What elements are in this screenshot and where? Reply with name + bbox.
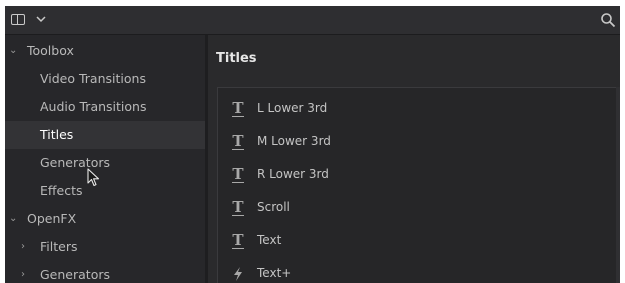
tree-item-openfx[interactable]: ⌄ OpenFX (5, 205, 205, 233)
content-title: Titles (216, 51, 257, 66)
tree-item-generators[interactable]: Generators (5, 149, 205, 177)
chevron-right-icon[interactable]: › (21, 261, 25, 283)
list-scrollbar[interactable] (616, 87, 620, 283)
tree-item-audio-transitions[interactable]: Audio Transitions (5, 93, 205, 121)
tree-item-video-transitions[interactable]: Video Transitions (5, 65, 205, 93)
list-item-label: R Lower 3rd (257, 167, 329, 181)
text-title-icon: T (232, 198, 244, 216)
search-icon[interactable] (600, 12, 616, 28)
list-item-label: Scroll (257, 200, 290, 214)
tree-item-label: Video Transitions (40, 71, 146, 86)
chevron-right-icon[interactable]: › (21, 233, 25, 261)
tree-item-label: OpenFX (27, 211, 77, 226)
fusion-lightning-icon (234, 267, 242, 281)
list-item[interactable]: T L Lower 3rd (218, 92, 620, 125)
chevron-down-icon[interactable]: ⌄ (9, 37, 17, 65)
titles-list: T L Lower 3rd T M Lower 3rd T R Lower 3r… (217, 87, 620, 283)
tree-item-label: Titles (40, 127, 74, 142)
mouse-pointer-icon (87, 168, 100, 187)
library-tree-sidebar: ⌄ Toolbox Video Transitions Audio Transi… (5, 35, 205, 283)
text-title-icon: T (232, 99, 244, 117)
sidebar-panel-icon[interactable] (11, 14, 25, 25)
tree-item-effects[interactable]: Effects (5, 177, 205, 205)
list-item-label: M Lower 3rd (257, 134, 331, 148)
tree-item-label: Audio Transitions (40, 99, 147, 114)
tree-item-label: Effects (40, 183, 83, 198)
list-item[interactable]: T R Lower 3rd (218, 158, 620, 191)
titles-content-panel: Titles T L Lower 3rd T M Lower 3rd T R L… (208, 35, 620, 283)
list-item-label: L Lower 3rd (257, 101, 328, 115)
tree-item-openfx-generators[interactable]: › Generators (5, 261, 205, 283)
list-item-label: Text (257, 233, 282, 247)
text-title-icon: T (232, 132, 244, 150)
tree-item-label: Generators (40, 267, 110, 282)
tree-item-toolbox[interactable]: ⌄ Toolbox (5, 37, 205, 65)
list-item[interactable]: T M Lower 3rd (218, 125, 620, 158)
tree-item-label: Filters (40, 239, 78, 254)
list-item-label: Text+ (257, 266, 292, 280)
text-title-icon: T (232, 165, 244, 183)
text-title-icon: T (232, 231, 244, 249)
tree-item-filters[interactable]: › Filters (5, 233, 205, 261)
tree-item-titles[interactable]: Titles (5, 121, 205, 149)
list-item[interactable]: Text+ (218, 257, 620, 283)
chevron-down-icon[interactable]: ⌄ (9, 205, 17, 233)
effects-library-panel: ⌄ Toolbox Video Transitions Audio Transi… (5, 6, 620, 283)
chevron-down-icon[interactable] (35, 12, 47, 26)
list-item[interactable]: T Scroll (218, 191, 620, 224)
list-item[interactable]: T Text (218, 224, 620, 257)
tree-item-label: Toolbox (27, 43, 74, 58)
panel-header (5, 6, 620, 35)
